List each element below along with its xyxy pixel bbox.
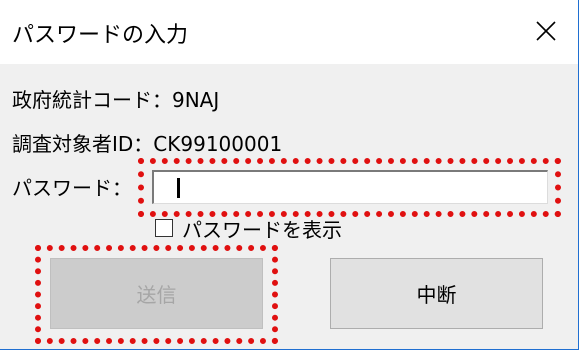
title-bar: パスワードの入力 xyxy=(0,0,578,64)
close-icon xyxy=(536,21,556,41)
cancel-button[interactable]: 中断 xyxy=(330,258,543,329)
cancel-button-label: 中断 xyxy=(416,283,457,307)
password-label: パスワード： xyxy=(12,176,132,200)
password-dialog: パスワードの入力 政府統計コード：9NAJ 調査対象者ID：CK99100001… xyxy=(0,0,579,350)
close-button[interactable] xyxy=(514,0,578,64)
show-password-label[interactable]: パスワードを表示 xyxy=(182,214,342,243)
show-password-checkbox[interactable] xyxy=(155,219,173,237)
respondent-id-text: 調査対象者ID：CK99100001 xyxy=(12,132,283,156)
survey-code-text: 政府統計コード：9NAJ xyxy=(12,88,220,112)
dialog-title: パスワードの入力 xyxy=(12,23,189,48)
password-input-highlight xyxy=(138,158,561,217)
send-button-highlight xyxy=(35,245,278,344)
